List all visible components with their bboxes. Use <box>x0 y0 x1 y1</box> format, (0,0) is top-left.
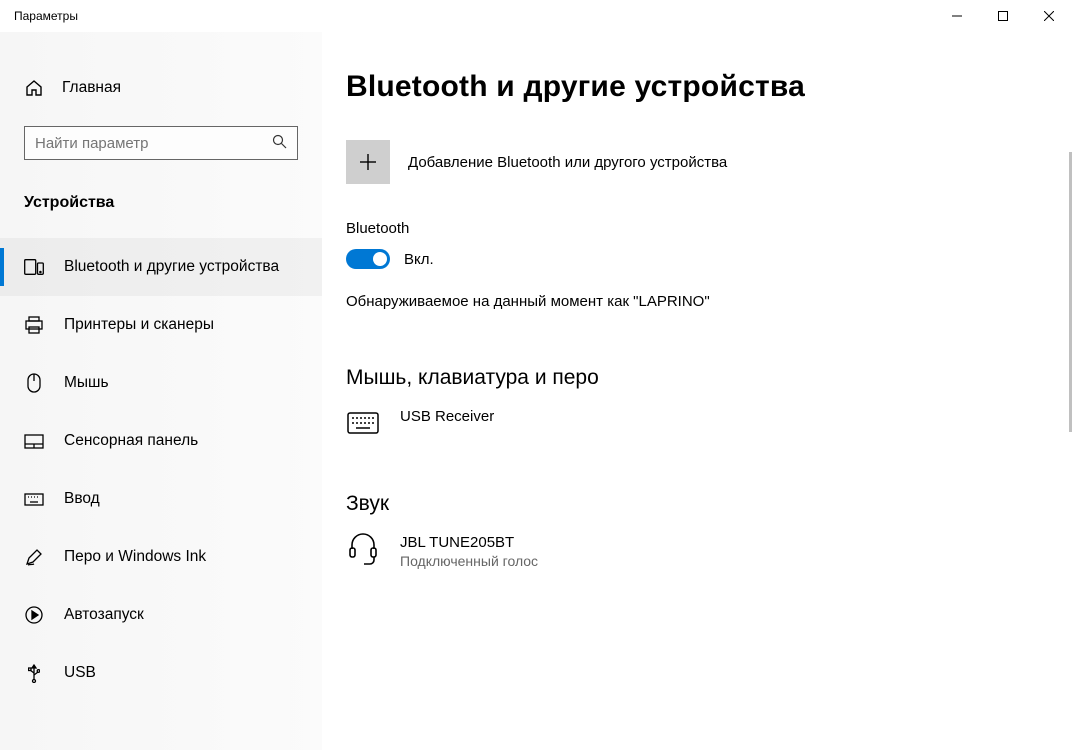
discoverable-text: Обнаруживаемое на данный момент как "LAP… <box>346 293 1036 310</box>
keyboard-device-icon <box>346 408 380 438</box>
pen-icon <box>24 547 44 567</box>
window-controls <box>934 0 1072 32</box>
window-title: Параметры <box>14 9 78 23</box>
nav-item-label: Ввод <box>64 490 100 508</box>
bluetooth-toggle[interactable] <box>346 249 390 269</box>
device-row-usb-receiver[interactable]: USB Receiver <box>346 408 1036 438</box>
nav-list: Bluetooth и другие устройства Принтеры и… <box>0 224 322 702</box>
close-button[interactable] <box>1026 0 1072 32</box>
nav-item-bluetooth[interactable]: Bluetooth и другие устройства <box>0 238 322 296</box>
page-title: Bluetooth и другие устройства <box>346 70 1036 104</box>
sidebar: Главная Устройства Bluetooth и другие ус… <box>0 32 322 750</box>
section-title: Устройства <box>0 160 322 224</box>
devices-icon <box>24 257 44 277</box>
nav-item-label: Перо и Windows Ink <box>64 548 206 566</box>
nav-item-autoplay[interactable]: Автозапуск <box>0 586 322 644</box>
nav-item-mouse[interactable]: Мышь <box>0 354 322 412</box>
toggle-state-label: Вкл. <box>404 251 434 268</box>
usb-icon <box>24 663 44 683</box>
device-name: USB Receiver <box>400 408 494 425</box>
headset-icon <box>346 534 380 564</box>
section-sound: Звук <box>346 492 1036 516</box>
search-icon <box>272 134 287 153</box>
maximize-icon <box>998 11 1008 21</box>
nav-item-typing[interactable]: Ввод <box>0 470 322 528</box>
section-mouse-keyboard: Мышь, клавиатура и перо <box>346 366 1036 390</box>
home-label: Главная <box>62 79 121 97</box>
bluetooth-group-label: Bluetooth <box>346 220 1036 237</box>
autoplay-icon <box>24 605 44 625</box>
home-icon <box>24 78 44 98</box>
nav-item-pen[interactable]: Перо и Windows Ink <box>0 528 322 586</box>
close-icon <box>1044 11 1054 21</box>
device-row-headset[interactable]: JBL TUNE205BT Подключенный голос <box>346 534 1036 569</box>
main-content: Bluetooth и другие устройства Добавление… <box>322 32 1072 750</box>
device-name: JBL TUNE205BT <box>400 534 538 551</box>
search-box[interactable] <box>24 126 298 160</box>
nav-item-label: Автозапуск <box>64 606 144 624</box>
nav-item-label: USB <box>64 664 96 682</box>
nav-item-label: Bluetooth и другие устройства <box>64 258 279 276</box>
titlebar: Параметры <box>0 0 1072 32</box>
nav-item-label: Мышь <box>64 374 109 392</box>
device-status: Подключенный голос <box>400 553 538 569</box>
home-nav-item[interactable]: Главная <box>0 70 322 108</box>
nav-item-usb[interactable]: USB <box>0 644 322 702</box>
maximize-button[interactable] <box>980 0 1026 32</box>
nav-item-label: Сенсорная панель <box>64 432 198 450</box>
printer-icon <box>24 315 44 335</box>
nav-item-touchpad[interactable]: Сенсорная панель <box>0 412 322 470</box>
touchpad-icon <box>24 431 44 451</box>
minimize-icon <box>952 11 962 21</box>
nav-item-printers[interactable]: Принтеры и сканеры <box>0 296 322 354</box>
nav-item-label: Принтеры и сканеры <box>64 316 214 334</box>
search-input[interactable] <box>35 135 272 152</box>
add-device-label: Добавление Bluetooth или другого устройс… <box>408 154 727 171</box>
minimize-button[interactable] <box>934 0 980 32</box>
add-device-row[interactable]: Добавление Bluetooth или другого устройс… <box>346 140 1036 184</box>
mouse-icon <box>24 373 44 393</box>
add-device-button[interactable] <box>346 140 390 184</box>
bluetooth-toggle-row: Вкл. <box>346 249 1036 269</box>
keyboard-icon <box>24 489 44 509</box>
plus-icon <box>358 152 378 172</box>
